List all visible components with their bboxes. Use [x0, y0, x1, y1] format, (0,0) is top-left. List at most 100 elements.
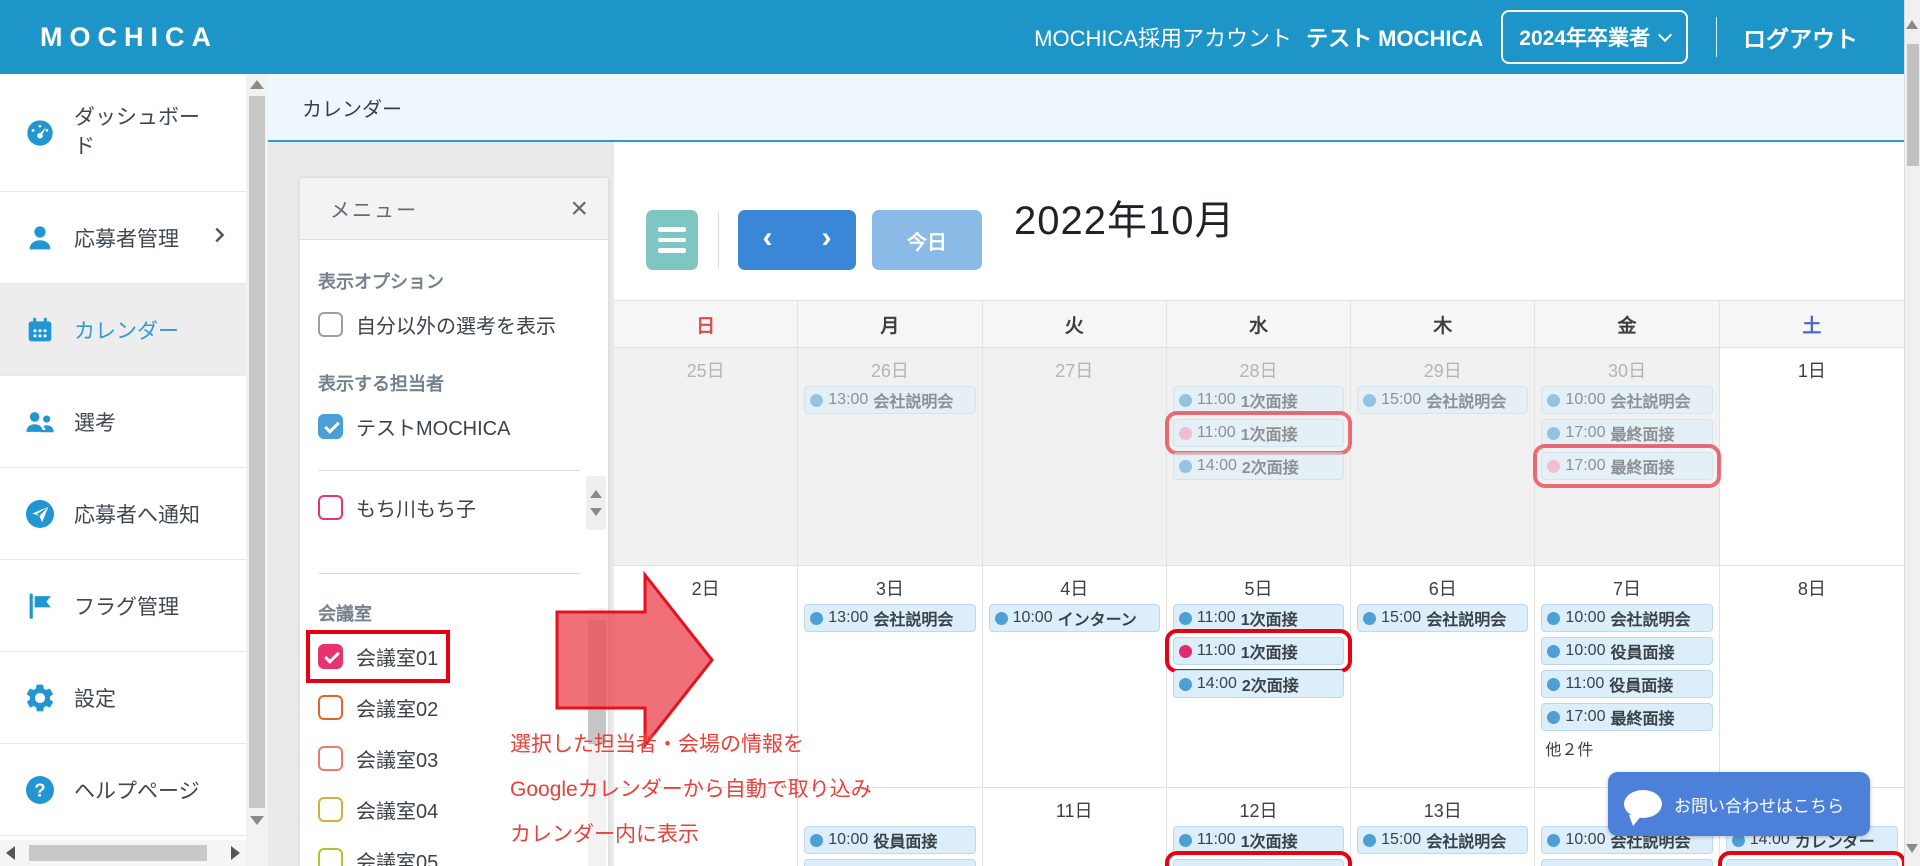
- staff-test-mochica-row[interactable]: テストMOCHICA: [318, 412, 510, 441]
- calendar-day-cell[interactable]: 1日: [1720, 348, 1904, 565]
- room-2-row[interactable]: 会議室02: [318, 693, 438, 722]
- day-number: 2日: [614, 575, 797, 599]
- room-4-checkbox[interactable]: [318, 797, 343, 822]
- rooms-list-scrollbar[interactable]: [588, 608, 606, 866]
- sidebar-item-applicants[interactable]: 応募者管理: [0, 192, 246, 284]
- calendar-event[interactable]: 14:002次面接: [1173, 452, 1344, 480]
- calendar-day-cell[interactable]: 28日11:001次面接11:001次面接14:002次面接: [1167, 348, 1351, 565]
- scroll-down-arrow-icon[interactable]: [250, 816, 264, 825]
- calendar-day-cell[interactable]: 27日: [983, 348, 1167, 565]
- room-2-checkbox[interactable]: [318, 695, 343, 720]
- room-5-row[interactable]: 会議室05: [318, 846, 438, 866]
- calendar-day-cell[interactable]: 11日: [983, 788, 1167, 866]
- calendar-event[interactable]: 10:00役員面接: [804, 826, 975, 854]
- calendar-event[interactable]: 11:001次面接: [1173, 826, 1344, 854]
- room-3-checkbox[interactable]: [318, 746, 343, 771]
- staff-mochikawa-row[interactable]: もち川もち子: [318, 493, 476, 522]
- sidebar-item-dashboard[interactable]: ダッシュボード: [0, 74, 246, 192]
- scroll-up-arrow-icon[interactable]: [590, 490, 602, 498]
- event-dot-blue-icon: [1363, 834, 1376, 847]
- show-others-checkbox[interactable]: [318, 312, 343, 337]
- calendar-day-cell[interactable]: 26日13:00会社説明会: [798, 348, 982, 565]
- sidebar-horizontal-scrollbar[interactable]: [0, 840, 246, 866]
- calendar-day-cell[interactable]: 8日: [1720, 566, 1904, 787]
- calendar-event-highlighted[interactable]: 11:001次面接: [1173, 859, 1344, 866]
- scroll-up-arrow-icon[interactable]: [250, 80, 264, 89]
- scroll-down-arrow-icon[interactable]: [590, 508, 602, 516]
- sidebar-item-settings[interactable]: 設定: [0, 652, 246, 744]
- calendar-event[interactable]: 11:001次面接: [1173, 604, 1344, 632]
- calendar-day-cell[interactable]: 30日10:00会社説明会17:00最終面接17:00最終面接: [1535, 348, 1719, 565]
- calendar-day-cell[interactable]: 29日15:00会社説明会: [1351, 348, 1535, 565]
- close-icon[interactable]: ×: [570, 194, 588, 224]
- calendar-event-highlighted[interactable]: 11:001次面接: [1173, 419, 1344, 447]
- calendar-event[interactable]: 15:00会社説明会: [1357, 604, 1528, 632]
- sidebar-item-flags[interactable]: フラグ管理: [0, 560, 246, 652]
- room-1-checkbox[interactable]: [318, 644, 343, 669]
- contact-chat-button[interactable]: お問い合わせはこちら: [1608, 772, 1870, 836]
- page-scrollbar-thumb[interactable]: [1907, 44, 1919, 166]
- calendar-day-cell[interactable]: 3日13:00会社説明会: [798, 566, 982, 787]
- show-others-row[interactable]: 自分以外の選考を表示: [318, 310, 556, 339]
- today-button[interactable]: 今日: [872, 210, 982, 270]
- next-month-button[interactable]: ›: [797, 210, 856, 270]
- calendar-event-highlighted[interactable]: 17:00最終面接: [1541, 452, 1712, 480]
- calendar-day-cell[interactable]: 5日11:001次面接11:001次面接14:002次面接: [1167, 566, 1351, 787]
- rooms-scrollbar-thumb[interactable]: [588, 620, 606, 744]
- scroll-up-arrow-icon[interactable]: [1906, 20, 1918, 29]
- calendar-day-cell[interactable]: [614, 788, 798, 866]
- calendar-event[interactable]: 11:00役員面接: [1541, 670, 1712, 698]
- calendar-day-cell[interactable]: 2日: [614, 566, 798, 787]
- more-events-link[interactable]: 他２件: [1545, 736, 1718, 760]
- calendar-event[interactable]: 13:00会社説明会: [804, 604, 975, 632]
- staff-test-mochica-checkbox[interactable]: [318, 414, 343, 439]
- scroll-down-arrow-icon[interactable]: [1906, 844, 1918, 853]
- calendar-day-cell[interactable]: 10:00役員面接 11:00役員面接: [798, 788, 982, 866]
- calendar-day-cell[interactable]: 12日11:001次面接11:001次面接: [1167, 788, 1351, 866]
- calendar-event[interactable]: 10:00会社説明会: [1541, 604, 1712, 632]
- calendar-day-cell[interactable]: 25日: [614, 348, 798, 565]
- sidebar-item-calendar[interactable]: カレンダー: [0, 284, 246, 376]
- staff-mochikawa-checkbox[interactable]: [318, 495, 343, 520]
- staff-list-scrollbar[interactable]: [586, 476, 606, 530]
- calendar-event[interactable]: 10:00役員面接: [1541, 637, 1712, 665]
- calendar-event[interactable]: 10:00会社説明会: [1541, 386, 1712, 414]
- sidebar-hscrollbar-thumb[interactable]: [29, 845, 207, 861]
- room-5-checkbox[interactable]: [318, 848, 343, 866]
- cohort-dropdown[interactable]: 2024年卒業者: [1501, 10, 1688, 64]
- calendar-event[interactable]: 17:00最終面接: [1541, 419, 1712, 447]
- day-number: 25日: [614, 357, 797, 381]
- scroll-left-arrow-icon[interactable]: [6, 846, 15, 860]
- sidebar-item-help[interactable]: ?ヘルプページ: [0, 744, 246, 836]
- sidebar-vertical-scrollbar[interactable]: [246, 74, 268, 866]
- scroll-right-arrow-icon[interactable]: [231, 846, 240, 860]
- calendar-day-cell[interactable]: 4日10:00インターン: [983, 566, 1167, 787]
- calendar-event[interactable]: 11:001次面接: [1173, 386, 1344, 414]
- calendar-event[interactable]: 15:00会社説明会: [1357, 826, 1528, 854]
- calendar-event[interactable]: 17:00最終面接: [1541, 859, 1712, 866]
- calendar-event[interactable]: 10:00インターン: [989, 604, 1160, 632]
- calendar-menu-toggle-button[interactable]: [646, 210, 698, 270]
- calendar-event[interactable]: 11:00役員面接: [804, 859, 975, 866]
- prev-month-button[interactable]: ‹: [738, 210, 797, 270]
- sidebar-item-notify[interactable]: 応募者へ通知: [0, 468, 246, 560]
- event-time: 10:00: [1565, 642, 1605, 660]
- room-3-row[interactable]: 会議室03: [318, 744, 438, 773]
- calendar-day-cell[interactable]: 6日15:00会社説明会: [1351, 566, 1535, 787]
- calendar-day-cell[interactable]: 7日10:00会社説明会10:00役員面接11:00役員面接17:00最終面接他…: [1535, 566, 1719, 787]
- event-dot-blue-icon: [1547, 427, 1560, 440]
- room-1-row[interactable]: 会議室01: [318, 642, 438, 671]
- sidebar-scrollbar-thumb[interactable]: [249, 96, 265, 808]
- calendar-day-cell[interactable]: 13日15:00会社説明会: [1351, 788, 1535, 866]
- logout-button[interactable]: ログアウト: [1743, 20, 1858, 54]
- page-vertical-scrollbar[interactable]: [1904, 0, 1920, 866]
- sidebar-item-selection[interactable]: 選考: [0, 376, 246, 468]
- calendar-event-highlighted[interactable]: 14:00カレンダー: [1726, 859, 1898, 866]
- calendar-event[interactable]: 15:00会社説明会: [1357, 386, 1528, 414]
- calendar-event[interactable]: 17:00最終面接: [1541, 703, 1712, 731]
- calendar-nav-buttons: ‹ ›: [738, 210, 856, 270]
- calendar-event[interactable]: 14:002次面接: [1173, 670, 1344, 698]
- room-4-row[interactable]: 会議室04: [318, 795, 438, 824]
- calendar-event-highlighted[interactable]: 11:001次面接: [1173, 637, 1344, 665]
- calendar-event[interactable]: 13:00会社説明会: [804, 386, 975, 414]
